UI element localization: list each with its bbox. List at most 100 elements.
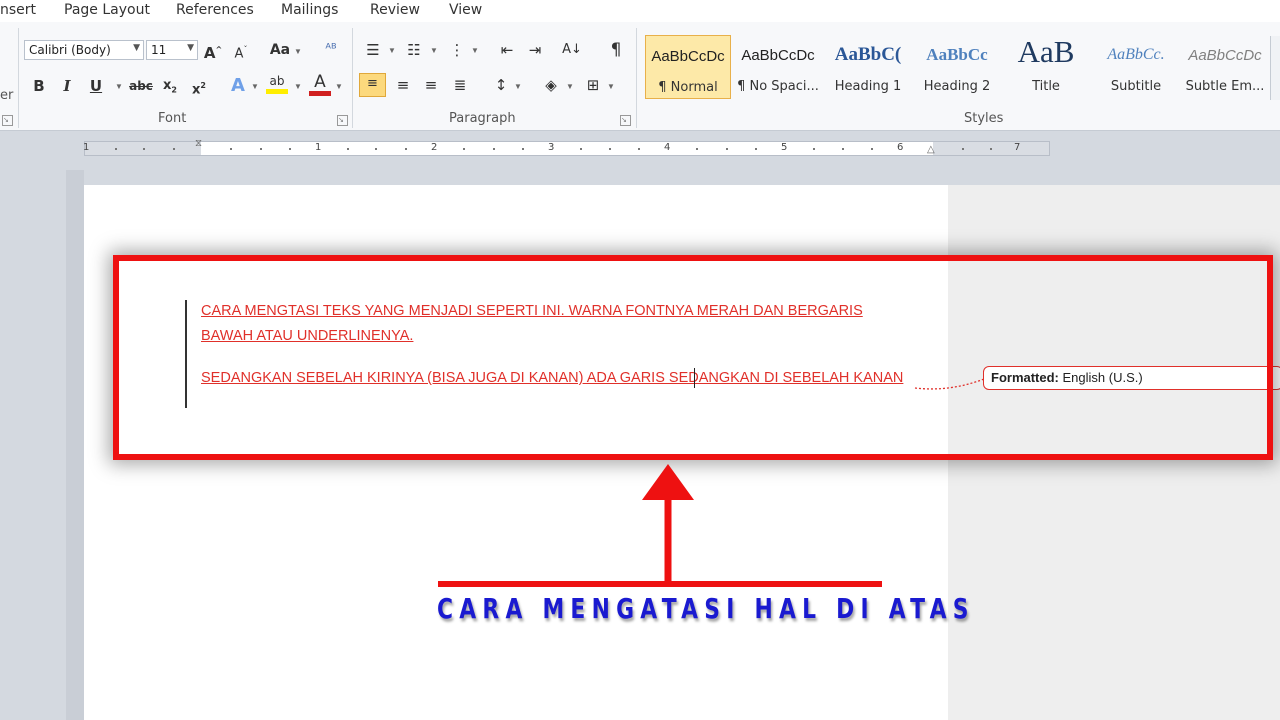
ruler-number: 2 [431, 142, 438, 153]
font-color-icon[interactable]: A [309, 73, 331, 96]
numbering-icon[interactable]: ☷ [404, 40, 424, 60]
chevron-down-icon[interactable]: ▼ [607, 82, 615, 91]
style-name: ¶ Normal [658, 80, 718, 95]
clear-format-icon[interactable]: ᴬᴮ [320, 40, 342, 60]
ruler-tick [696, 148, 698, 150]
ruler-tick [463, 148, 465, 150]
tab-mailings[interactable]: Mailings [281, 2, 338, 18]
chevron-down-icon[interactable]: ▼ [471, 46, 479, 55]
ruler-tick [609, 148, 611, 150]
tab-review[interactable]: Review [370, 2, 420, 18]
chevron-down-icon[interactable]: ▼ [187, 43, 194, 53]
show-marks-icon[interactable]: ¶ [606, 40, 626, 60]
ruler-tick [638, 148, 640, 150]
font-name-combo[interactable]: Calibri (Body) ▼ [24, 40, 144, 60]
style-subtitle[interactable]: AaBbCc. Subtitle [1093, 35, 1179, 99]
ruler-tick [143, 148, 145, 150]
tab-view[interactable]: View [449, 2, 482, 18]
shrink-font-icon[interactable]: Aˇ [231, 40, 251, 64]
paragraph-dialog-launcher-icon[interactable]: ↘ [620, 115, 631, 126]
italic-icon[interactable]: I [58, 76, 76, 96]
separator [636, 28, 637, 128]
style-sample: AaBbCc. [1107, 46, 1165, 63]
text-effects-icon[interactable]: A [228, 76, 248, 96]
chevron-down-icon[interactable]: ▼ [294, 82, 302, 91]
chevron-down-icon[interactable]: ▼ [251, 82, 259, 91]
font-name-value: Calibri (Body) [29, 43, 111, 57]
style-sample: AaBbCcDc [1188, 47, 1262, 64]
ruler-tick [405, 148, 407, 150]
multilevel-list-icon[interactable]: ⋮ [447, 40, 467, 60]
style-title[interactable]: AaB Title [1003, 34, 1089, 99]
bold-icon[interactable]: B [30, 76, 48, 96]
style-heading-2[interactable]: AaBbCc Heading 2 [914, 35, 1000, 99]
justify-icon[interactable]: ≣ [450, 75, 470, 95]
ruler-tick [347, 148, 349, 150]
font-group-label: Font [158, 111, 187, 126]
chevron-down-icon[interactable]: ▼ [514, 82, 522, 91]
center-icon[interactable]: ≡ [393, 75, 413, 95]
annotation-arrow [438, 464, 882, 587]
ruler-tick [813, 148, 815, 150]
align-left-icon[interactable]: ≡ [359, 73, 386, 97]
clipboard-launcher-icon[interactable]: ↘ [2, 115, 13, 126]
ruler-number: 5 [781, 142, 788, 153]
highlight-icon[interactable]: ab [266, 73, 288, 94]
font-size-combo[interactable]: 11 ▼ [146, 40, 198, 60]
style-subtle-emphasis[interactable]: AaBbCcDc Subtle Em... [1182, 35, 1268, 99]
grow-font-icon[interactable]: A^ [203, 40, 223, 63]
indent-marker-icon[interactable]: ⧖ [195, 138, 202, 149]
chevron-down-icon[interactable]: ▼ [388, 46, 396, 55]
tab-page-layout[interactable]: Page Layout [64, 2, 150, 18]
strikethrough-icon[interactable]: abc [129, 76, 153, 96]
change-case-icon[interactable]: Aa [269, 40, 291, 60]
line-spacing-icon[interactable]: ↕ [490, 75, 512, 95]
style-name: Subtle Em... [1185, 79, 1265, 94]
borders-icon[interactable]: ⊞ [583, 75, 603, 95]
ruler-tick [871, 148, 873, 150]
tab-insert[interactable]: nsert [0, 2, 36, 18]
align-right-icon[interactable]: ≡ [421, 75, 441, 95]
ruler-tick [375, 148, 377, 150]
chevron-down-icon[interactable]: ▼ [133, 43, 140, 53]
style-no-spacing[interactable]: AaBbCcDc ¶ No Spaci... [735, 35, 821, 99]
bullets-icon[interactable]: ☰ [363, 40, 383, 60]
increase-indent-icon[interactable]: ⇥ [524, 40, 546, 60]
style-sample: AaBbCc [926, 45, 988, 64]
decrease-indent-icon[interactable]: ⇤ [496, 40, 518, 60]
style-name: Subtitle [1110, 79, 1162, 94]
chevron-down-icon[interactable]: ▼ [566, 82, 574, 91]
chevron-down-icon[interactable]: ▼ [115, 82, 123, 91]
annotation-caption: CARA MENGATASI HAL DI ATAS [437, 592, 975, 625]
styles-group-label: Styles [964, 111, 1004, 126]
right-indent-marker-icon[interactable]: △ [927, 144, 935, 155]
font-dialog-launcher-icon[interactable]: ↘ [337, 115, 348, 126]
ruler-tick [580, 148, 582, 150]
ruler-tick [289, 148, 291, 150]
shading-icon[interactable]: ◈ [540, 75, 562, 95]
style-normal[interactable]: AaBbCcDc ¶ Normal [645, 35, 731, 99]
ruler-number: 1 [83, 142, 90, 153]
sort-icon[interactable]: A↓ [561, 40, 583, 60]
styles-gallery-scroll[interactable] [1270, 36, 1280, 100]
subscript-icon[interactable]: x2 [160, 76, 180, 101]
style-name: Title [1032, 79, 1060, 94]
tab-references[interactable]: References [176, 2, 254, 18]
underline-icon[interactable]: U [87, 76, 105, 96]
ruler-tick [962, 148, 964, 150]
chevron-down-icon[interactable]: ▼ [430, 46, 438, 55]
horizontal-ruler[interactable]: 1 1 2 3 4 5 6 7 ⧖ △ [83, 138, 1050, 156]
page-shadow [66, 170, 84, 720]
paragraph-group-label: Paragraph [449, 111, 516, 126]
chevron-down-icon[interactable]: ▼ [335, 82, 343, 91]
style-name: ¶ No Spaci... [737, 79, 819, 94]
ribbon-tabs: nsert Page Layout References Mailings Re… [0, 0, 1280, 22]
ruler-tick [726, 148, 728, 150]
chevron-down-icon[interactable]: ▼ [294, 47, 302, 56]
ruler-tick [260, 148, 262, 150]
style-heading-1[interactable]: AaBbC( Heading 1 [825, 35, 911, 99]
ruler-tick [493, 148, 495, 150]
ruler-tick [755, 148, 757, 150]
ruler-tick [230, 148, 232, 150]
superscript-icon[interactable]: x2 [189, 76, 209, 100]
